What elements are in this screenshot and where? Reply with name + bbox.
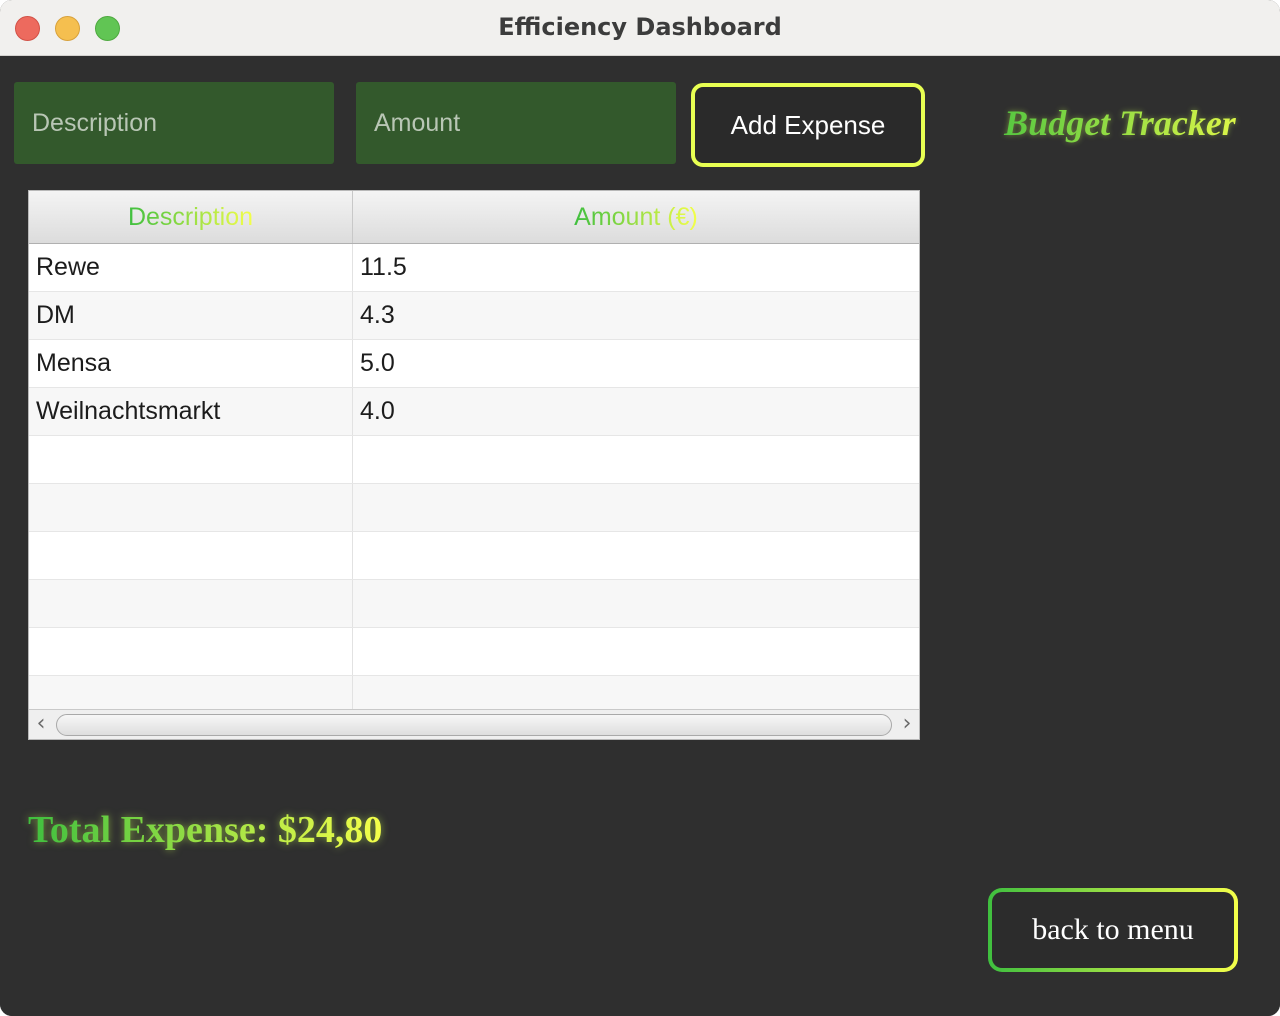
column-header-label: Description — [127, 202, 254, 231]
back-to-menu-button[interactable]: back to menu — [988, 888, 1238, 972]
table-row-empty — [29, 484, 919, 532]
total-expense-label: Total Expense: $24,80 — [28, 809, 383, 851]
amount-cell — [353, 580, 919, 627]
table-row-empty — [29, 580, 919, 628]
table-row[interactable]: Weilnachtsmarkt 4.0 — [29, 388, 919, 436]
amount-cell — [353, 484, 919, 531]
window-title: Efficiency Dashboard — [498, 13, 782, 41]
amount-input[interactable] — [356, 82, 676, 164]
table-row-empty — [29, 436, 919, 484]
table-row-empty — [29, 532, 919, 580]
description-cell: Rewe — [29, 244, 353, 291]
amount-cell: 4.0 — [360, 397, 395, 425]
table-header: Description Amount (€) — [29, 191, 919, 244]
horizontal-scrollbar[interactable]: ‹ › — [29, 709, 919, 739]
chevron-right-icon[interactable]: › — [897, 713, 917, 735]
amount-cell — [353, 436, 919, 483]
description-input[interactable] — [14, 82, 334, 164]
amount-cell — [353, 628, 919, 675]
column-header-description[interactable]: Description — [29, 191, 353, 243]
app-brand-title: Budget Tracker — [960, 102, 1280, 144]
table-row-empty — [29, 628, 919, 676]
description-cell: DM — [29, 292, 353, 339]
description-cell — [29, 436, 353, 483]
table-row[interactable]: DM 4.3 — [29, 292, 919, 340]
description-cell: Weilnachtsmarkt — [29, 388, 353, 435]
description-cell — [29, 532, 353, 579]
amount-cell: 11.5 — [360, 253, 407, 281]
amount-cell — [353, 532, 919, 579]
table-row[interactable]: Rewe 11.5 — [29, 244, 919, 292]
title-bar: Efficiency Dashboard — [0, 0, 1280, 56]
amount-cell: 4.3 — [360, 301, 395, 329]
add-expense-button[interactable]: Add Expense — [691, 83, 925, 167]
table-row[interactable]: Mensa 5.0 — [29, 340, 919, 388]
app-window: Efficiency Dashboard Add Expense Budget … — [0, 0, 1280, 1016]
table-body: Rewe 11.5 DM 4.3 Mensa 5.0 Weilnachtsmar… — [29, 244, 919, 709]
table-row-empty — [29, 676, 919, 709]
amount-cell — [353, 676, 919, 709]
description-cell — [29, 484, 353, 531]
description-cell — [29, 580, 353, 627]
description-cell — [29, 628, 353, 675]
main-content: Add Expense Budget Tracker Description A… — [0, 56, 1280, 1016]
chevron-left-icon[interactable]: ‹ — [31, 713, 51, 735]
scrollbar-thumb[interactable] — [56, 714, 892, 736]
column-header-amount[interactable]: Amount (€) — [353, 191, 919, 243]
column-header-label: Amount (€) — [574, 202, 698, 231]
description-cell — [29, 676, 353, 709]
expense-table: Description Amount (€) Rewe 11.5 DM 4.3 … — [28, 190, 920, 740]
description-cell: Mensa — [29, 340, 353, 387]
amount-cell: 5.0 — [360, 349, 395, 377]
